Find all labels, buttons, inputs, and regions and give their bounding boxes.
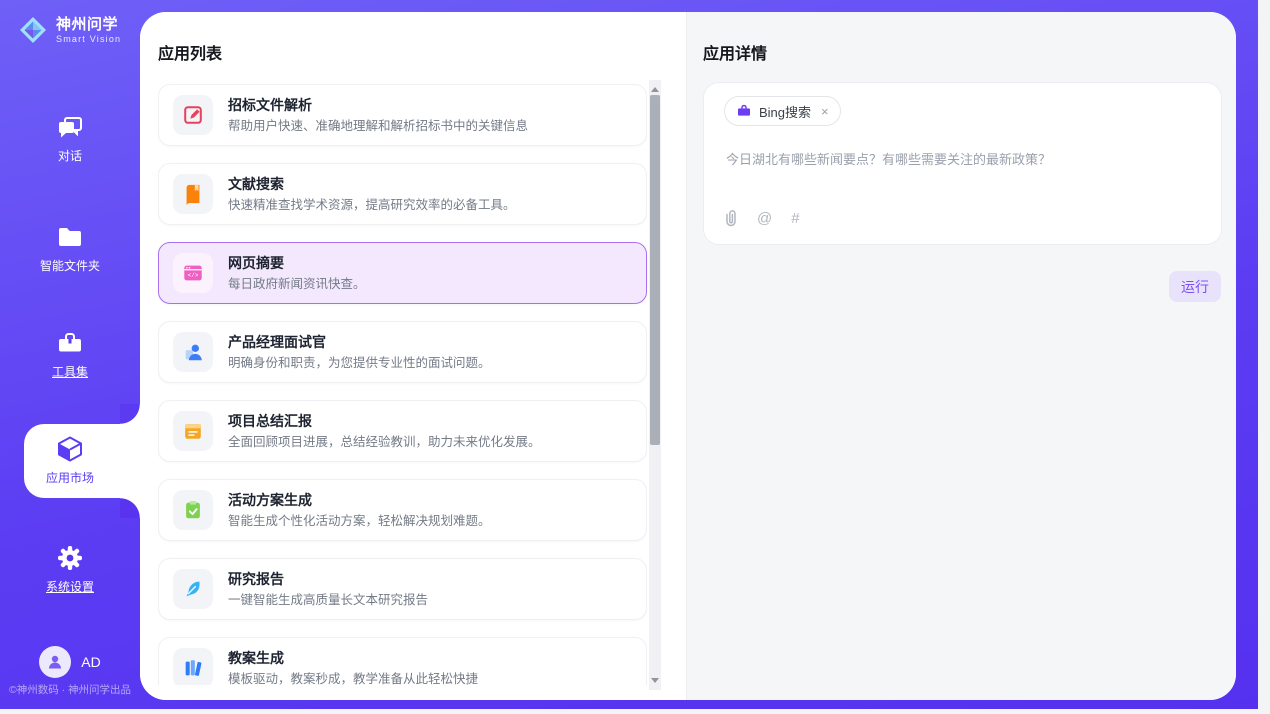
prompt-toolbar: @ # [724,210,800,227]
brand-logo[interactable]: 神州问学 Smart Vision [18,15,121,45]
run-button[interactable]: 运行 [1169,271,1221,302]
app-card-title: 网页摘要 [228,256,366,270]
app-card-list: 招标文件解析 帮助用户快速、准确地理解和解析招标书中的关键信息 文献搜索 快速精… [158,84,647,685]
app-card-research-report[interactable]: 研究报告 一键智能生成高质量长文本研究报告 [158,558,647,620]
app-card-web-summary[interactable]: </> 网页摘要 每日政府新闻资讯快查。 [158,242,647,304]
sidebar: 神州问学 Smart Vision 对话 智能文件夹 工具集 [0,0,140,709]
copyright-text: ©神州数码 · 神州问学出品 [0,682,140,697]
app-card-lesson-plan[interactable]: 教案生成 模板驱动，教案秒成，教学准备从此轻松快捷 [158,637,647,685]
sidebar-item-toolset[interactable]: 工具集 [0,328,140,380]
app-list-title: 应用列表 [158,40,222,64]
app-card-title: 招标文件解析 [228,98,528,112]
app-list-panel: 应用列表 招标文件解析 帮助用户快速、准确地理解和解析招标书中的关键信息 [140,12,686,700]
sidebar-item-label: 系统设置 [0,578,140,595]
feather-icon [173,569,213,609]
app-detail-panel: 应用详情 Bing搜索 × 今日湖北有哪些新闻要点？有哪些需要关注的最新政策？ … [686,12,1236,700]
avatar [39,646,71,678]
app-card-title: 教案生成 [228,651,478,665]
app-card-pm-interviewer[interactable]: 产品经理面试官 明确身份和职责，为您提供专业性的面试问题。 [158,321,647,383]
tag-close-icon[interactable]: × [821,104,829,119]
app-card-bid-analysis[interactable]: 招标文件解析 帮助用户快速、准确地理解和解析招标书中的关键信息 [158,84,647,146]
app-card-title: 活动方案生成 [228,493,491,507]
user-icon [46,653,64,671]
diamond-logo-icon [18,15,48,45]
app-card-desc: 明确身份和职责，为您提供专业性的面试问题。 [228,357,491,370]
scrollbar-thumb[interactable] [650,95,660,445]
books-icon [173,648,213,685]
app-card-desc: 快速精准查找学术资源，提高研究效率的必备工具。 [228,199,516,212]
clipboard-check-icon [173,490,213,530]
scroll-down-icon[interactable] [651,678,659,683]
tool-tag-bing-search[interactable]: Bing搜索 × [724,96,841,126]
app-card-desc: 模板驱动，教案秒成，教学准备从此轻松快捷 [228,673,478,685]
app-card-desc: 帮助用户快速、准确地理解和解析招标书中的关键信息 [228,120,528,133]
toolbox-icon [55,328,85,358]
app-card-desc: 每日政府新闻资讯快查。 [228,278,366,291]
app-card-activity-plan[interactable]: 活动方案生成 智能生成个性化活动方案，轻松解决规划难题。 [158,479,647,541]
user-initials: AD [81,654,100,670]
interviewer-icon [173,332,213,372]
scroll-up-icon[interactable] [651,87,659,92]
app-detail-title: 应用详情 [703,40,767,64]
sidebar-item-label: 工具集 [0,363,140,380]
gear-icon [55,543,85,573]
mention-icon[interactable]: @ [757,210,772,227]
main-content: 应用列表 招标文件解析 帮助用户快速、准确地理解和解析招标书中的关键信息 [140,12,1236,700]
sidebar-item-chat[interactable]: 对话 [0,112,140,164]
app-card-title: 研究报告 [228,572,428,586]
app-card-title: 文献搜索 [228,177,516,191]
browser-code-icon: </> [173,253,213,293]
user-account[interactable]: AD [0,646,140,678]
app-card-desc: 全面回顾项目进展，总结经验教训，助力未来优化发展。 [228,436,541,449]
sidebar-item-label: 智能文件夹 [0,257,140,274]
folder-icon [55,222,85,252]
paperclip-icon[interactable] [724,210,738,227]
app-card-literature-search[interactable]: 文献搜索 快速精准查找学术资源，提高研究效率的必备工具。 [158,163,647,225]
cube-icon [55,434,85,464]
tool-tag-label: Bing搜索 [759,102,811,121]
app-card-project-summary[interactable]: 项目总结汇报 全面回顾项目进展，总结经验教训，助力未来优化发展。 [158,400,647,462]
svg-text:</>: </> [188,272,199,279]
prompt-input[interactable]: 今日湖北有哪些新闻要点？有哪些需要关注的最新政策？ [726,150,1201,170]
sidebar-item-label: 对话 [0,147,140,164]
sidebar-item-app-market[interactable]: 应用市场 [0,434,140,486]
brand-name: 神州问学 [56,16,121,34]
app-card-title: 产品经理面试官 [228,335,491,349]
edit-document-icon [173,95,213,135]
sidebar-item-settings[interactable]: 系统设置 [0,543,140,595]
prompt-card: Bing搜索 × 今日湖北有哪些新闻要点？有哪些需要关注的最新政策？ @ # [703,82,1222,245]
hash-icon[interactable]: # [791,210,799,227]
book-icon [173,174,213,214]
calendar-icon [173,411,213,451]
chat-icon [55,112,85,142]
app-card-desc: 智能生成个性化活动方案，轻松解决规划难题。 [228,515,491,528]
briefcase-icon [736,103,752,119]
sidebar-item-label: 应用市场 [0,469,140,486]
app-card-desc: 一键智能生成高质量长文本研究报告 [228,594,428,607]
list-scrollbar[interactable] [649,80,661,690]
app-card-title: 项目总结汇报 [228,414,541,428]
sidebar-item-smart-folder[interactable]: 智能文件夹 [0,222,140,274]
brand-subtitle: Smart Vision [56,34,121,44]
